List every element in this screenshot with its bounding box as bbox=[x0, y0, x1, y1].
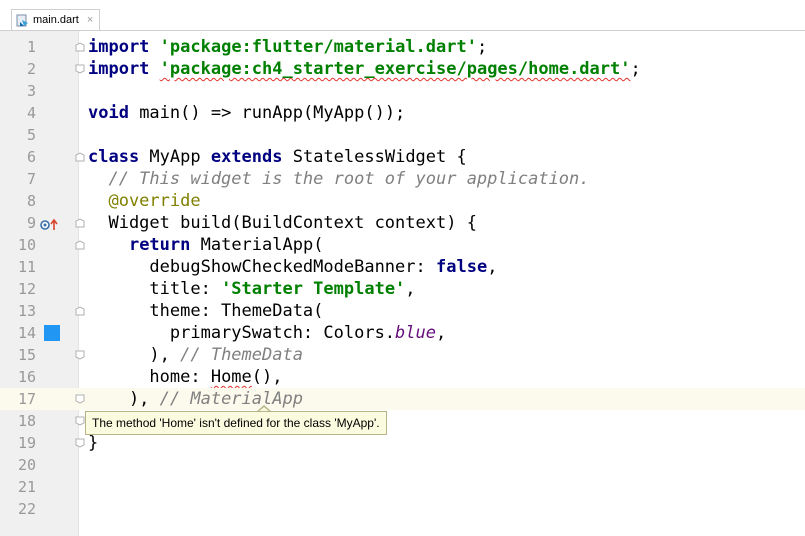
line-number: 17 bbox=[17, 390, 36, 408]
code-text: MaterialApp( bbox=[190, 235, 324, 255]
code-text: main() => runApp(MyApp()); bbox=[128, 103, 406, 123]
code-line: 4 void main() => runApp(MyApp()); bbox=[0, 102, 805, 124]
code-line: 16 home: Home(), bbox=[0, 366, 805, 388]
code-line: 7 // This widget is the root of your app… bbox=[0, 168, 805, 190]
code-line: 14 primarySwatch: Colors.blue, bbox=[0, 322, 805, 344]
string-literal: 'Starter Template' bbox=[221, 279, 406, 299]
comment: // This widget is the root of your appli… bbox=[88, 169, 590, 189]
code-text: (), bbox=[251, 367, 283, 387]
code-text: primarySwatch: Colors. bbox=[88, 323, 396, 343]
code-line: 1 import 'package:flutter/material.dart'… bbox=[0, 36, 805, 58]
line-number: 21 bbox=[17, 478, 36, 496]
line-number: 14 bbox=[17, 324, 36, 342]
fold-end-icon[interactable] bbox=[75, 394, 85, 404]
keyword: return bbox=[128, 235, 191, 255]
static-field: blue bbox=[395, 323, 436, 343]
code-text: } bbox=[88, 433, 99, 453]
line-number: 1 bbox=[26, 38, 36, 56]
code-line: 6 class MyApp extends StatelessWidget { bbox=[0, 146, 805, 168]
close-icon[interactable]: × bbox=[87, 14, 93, 26]
code-text: ), bbox=[88, 345, 181, 365]
current-code-line: 17 ), // MaterialApp bbox=[0, 388, 805, 410]
line-number: 22 bbox=[17, 500, 36, 518]
code-line: 21 bbox=[0, 476, 805, 498]
line-number: 6 bbox=[26, 148, 36, 166]
line-number: 3 bbox=[26, 82, 36, 100]
line-number: 19 bbox=[17, 434, 36, 452]
code-line: 9 Widget build(BuildContext context) { bbox=[0, 212, 805, 234]
line-number: 12 bbox=[17, 280, 36, 298]
line-number: 7 bbox=[26, 170, 36, 188]
code-line: 15 ), // ThemeData bbox=[0, 344, 805, 366]
code-line: 10 return MaterialApp( bbox=[0, 234, 805, 256]
tab-main-dart[interactable]: main.dart × bbox=[11, 9, 101, 30]
line-number: 2 bbox=[26, 60, 36, 78]
line-number: 5 bbox=[26, 126, 36, 144]
code-text: , bbox=[487, 257, 498, 277]
error-tooltip: The method 'Home' isn't defined for the … bbox=[85, 411, 387, 435]
string-literal: 'package:flutter/material.dart' bbox=[159, 37, 477, 57]
keyword: import bbox=[88, 59, 150, 79]
code-line: 11 debugShowCheckedModeBanner: false, bbox=[0, 256, 805, 278]
fold-end-icon[interactable] bbox=[75, 64, 85, 74]
code-text: title: bbox=[88, 279, 222, 299]
annotation: @override bbox=[88, 191, 201, 211]
line-number: 16 bbox=[17, 368, 36, 386]
line-number: 11 bbox=[17, 258, 36, 276]
line-number: 13 bbox=[17, 302, 36, 320]
fold-marker-icon[interactable] bbox=[75, 152, 85, 162]
code-text: MyApp bbox=[139, 147, 211, 167]
closing-label-comment: // ThemeData bbox=[180, 345, 303, 365]
line-number: 10 bbox=[17, 236, 36, 254]
editor-tab-bar: main.dart × bbox=[0, 0, 805, 31]
line-number: 8 bbox=[26, 192, 36, 210]
closing-label-comment: // MaterialApp bbox=[159, 389, 303, 409]
fold-marker-icon[interactable] bbox=[75, 218, 85, 228]
code-text: ; bbox=[476, 37, 488, 57]
fold-marker-icon[interactable] bbox=[75, 42, 85, 52]
code-editor[interactable]: 1 import 'package:flutter/material.dart'… bbox=[0, 31, 805, 536]
code-line: 19 } bbox=[0, 432, 805, 454]
tab-filename: main.dart bbox=[33, 14, 79, 26]
code-text: , bbox=[436, 323, 447, 343]
code-line: 5 bbox=[0, 124, 805, 146]
keyword: class bbox=[88, 147, 140, 167]
keyword: import bbox=[88, 37, 150, 57]
code-line: 8 @override bbox=[0, 190, 805, 212]
code-text: debugShowCheckedModeBanner: bbox=[88, 257, 436, 277]
code-line: 13 theme: ThemeData( bbox=[0, 300, 805, 322]
code-text: StatelessWidget { bbox=[282, 147, 467, 167]
fold-marker-icon[interactable] bbox=[75, 306, 85, 316]
color-swatch-icon[interactable] bbox=[44, 325, 60, 341]
line-number: 4 bbox=[26, 104, 36, 122]
fold-end-icon[interactable] bbox=[75, 350, 85, 360]
dart-file-icon bbox=[16, 14, 29, 27]
keyword: extends bbox=[210, 147, 283, 167]
code-line: 12 title: 'Starter Template', bbox=[0, 278, 805, 300]
code-line: 22 bbox=[0, 498, 805, 520]
fold-end-icon[interactable] bbox=[75, 438, 85, 448]
code-line: 3 bbox=[0, 80, 805, 102]
keyword: false bbox=[436, 257, 488, 277]
undefined-method-error[interactable]: Home bbox=[211, 367, 252, 387]
line-number: 18 bbox=[17, 412, 36, 430]
line-number: 15 bbox=[17, 346, 36, 364]
code-text: , bbox=[405, 279, 416, 299]
fold-end-icon[interactable] bbox=[75, 416, 85, 426]
override-method-icon[interactable] bbox=[40, 217, 58, 230]
code-text: theme: ThemeData( bbox=[88, 301, 324, 321]
code-text: home: bbox=[88, 367, 211, 387]
code-text: ; bbox=[630, 59, 641, 79]
string-literal-error: 'package:ch4_starter_exercise/pages/home… bbox=[159, 59, 631, 79]
code-line: 2 import 'package:ch4_starter_exercise/p… bbox=[0, 58, 805, 80]
fold-marker-icon[interactable] bbox=[75, 240, 85, 250]
code-text: ), bbox=[88, 389, 160, 409]
code-line: 20 bbox=[0, 454, 805, 476]
code-text: Widget build(BuildContext context) { bbox=[88, 213, 477, 233]
line-number: 20 bbox=[17, 456, 36, 474]
line-number: 9 bbox=[26, 214, 36, 232]
keyword: void bbox=[88, 103, 129, 123]
